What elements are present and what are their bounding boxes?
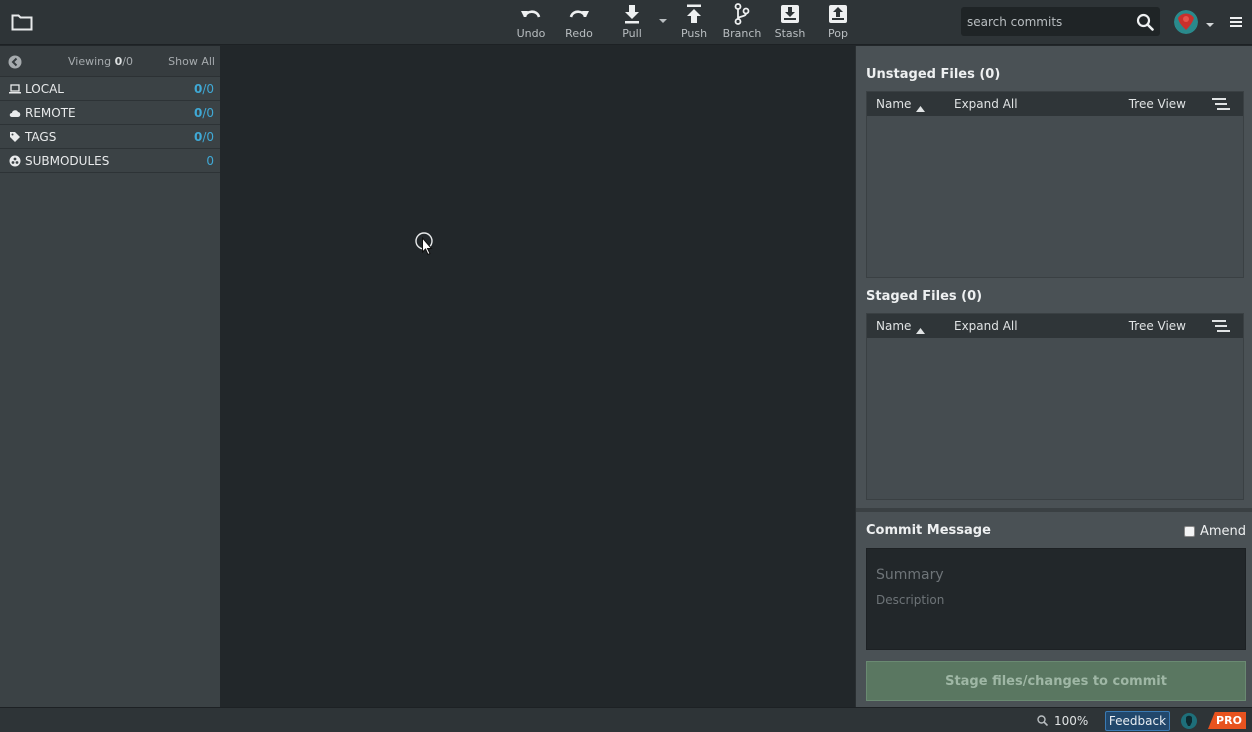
unstaged-tree-view[interactable]: Tree View [1129,97,1186,111]
tag-icon [9,131,21,143]
pop-label: Pop [828,27,848,40]
account-caret-icon[interactable] [1205,18,1215,27]
unstaged-files-header: Name Expand All Tree View [867,92,1243,116]
pull-label: Pull [622,27,642,40]
pull-icon [623,3,641,25]
kraken-icon[interactable] [1181,713,1197,729]
pull-button[interactable]: Pull [608,3,656,43]
unstaged-files-title: Unstaged Files (0) [866,67,1001,82]
redo-label: Redo [565,27,593,40]
undo-button[interactable]: Undo [507,3,555,43]
commit-message-box [866,548,1246,650]
section-submodules[interactable]: SUBMODULES 0 [0,149,220,173]
stash-button[interactable]: Stash [766,3,814,43]
pull-options-caret-icon[interactable] [658,15,668,25]
section-local-label: LOCAL [25,82,64,96]
unstaged-sort-name[interactable]: Name [876,97,911,111]
staged-expand-all[interactable]: Expand All [954,319,1018,333]
push-button[interactable]: Push [670,3,718,43]
pop-button[interactable]: Pop [814,3,862,43]
mouse-cursor-icon [415,232,435,260]
pop-icon [828,3,848,25]
staged-tree-view[interactable]: Tree View [1129,319,1186,333]
viewing-counter: Viewing 0/0 [68,55,133,68]
zoom-icon[interactable] [1037,715,1049,727]
push-label: Push [680,27,708,40]
user-avatar[interactable] [1174,10,1198,34]
commit-summary-input[interactable] [867,549,1245,589]
right-panel: Unstaged Files (0) Name Expand All Tree … [855,46,1252,707]
feedback-button[interactable]: Feedback [1105,711,1170,731]
unstaged-files-box: Name Expand All Tree View [866,91,1244,278]
pro-badge[interactable]: PRO [1208,712,1246,729]
redo-icon [567,3,591,25]
remote-count-total: /0 [202,106,214,120]
commit-message-title: Commit Message [866,523,991,538]
viewing-prefix: Viewing [68,55,115,68]
main-toolbar: Undo Redo Pull Push Branch Stash Pop sea… [0,0,1252,45]
search-commits-box [961,7,1160,36]
redo-button[interactable]: Redo [555,3,603,43]
sort-ascending-icon [916,323,925,334]
commit-message-area: Commit Message Amend Stage files/changes… [856,508,1252,707]
search-icon[interactable] [1136,13,1154,31]
section-remote-label: REMOTE [25,106,76,120]
staged-files-header: Name Expand All Tree View [867,314,1243,338]
branch-button[interactable]: Branch [718,3,766,43]
status-bar: 100% Feedback PRO [0,707,1252,732]
section-tags[interactable]: TAGS 0/0 [0,125,220,149]
undo-label: Undo [516,27,546,40]
unstaged-expand-all[interactable]: Expand All [954,97,1018,111]
tree-view-icon[interactable] [1212,98,1230,110]
amend-toggle[interactable]: Amend [1183,524,1246,539]
section-tags-count: 0/0 [194,130,214,144]
branch-icon [734,3,750,25]
staged-files-box: Name Expand All Tree View [866,313,1244,500]
section-remote-count: 0/0 [194,106,214,120]
laptop-icon [9,83,21,95]
section-remote[interactable]: REMOTE 0/0 [0,101,220,125]
submodule-icon [9,155,21,167]
push-icon [685,3,703,25]
undo-icon [519,3,543,25]
viewing-total: /0 [122,55,133,68]
left-panel-header: Viewing 0/0 Show All [0,46,220,77]
stash-icon [780,3,800,25]
tags-count-total: /0 [202,130,214,144]
zoom-level[interactable]: 100% [1054,714,1088,728]
search-commits-input[interactable] [961,7,1131,36]
sort-ascending-icon [916,101,925,112]
section-submodules-label: SUBMODULES [25,154,110,168]
show-all-link[interactable]: Show All [168,55,215,68]
section-tags-label: TAGS [25,130,57,144]
collapse-left-panel-icon[interactable] [8,55,22,69]
local-count-total: /0 [202,82,214,96]
stage-changes-button[interactable]: Stage files/changes to commit [866,661,1246,701]
amend-checkbox[interactable] [1183,526,1195,537]
cloud-icon [9,107,21,119]
staged-files-title: Staged Files (0) [866,289,983,304]
branch-label: Branch [722,27,762,40]
commit-graph-area[interactable] [220,46,855,707]
folder-icon[interactable] [11,12,33,32]
section-local-count: 0/0 [194,82,214,96]
stash-label: Stash [774,27,806,40]
staged-sort-name[interactable]: Name [876,319,911,333]
submodules-count-total: 0 [206,154,214,168]
menu-icon[interactable] [1229,15,1243,29]
amend-label: Amend [1199,524,1246,539]
left-panel: Viewing 0/0 Show All LOCAL 0/0 REMOTE 0/… [0,46,220,707]
section-local[interactable]: LOCAL 0/0 [0,77,220,101]
section-submodules-count: 0 [206,154,214,168]
tree-view-icon[interactable] [1212,320,1230,332]
commit-description-input[interactable] [867,589,1245,649]
